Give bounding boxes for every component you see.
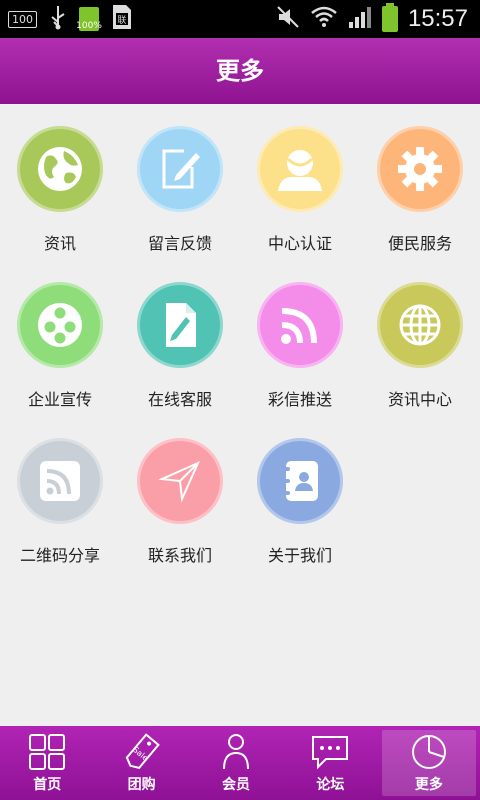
tab-label: 论坛 [316,777,345,793]
tab-label: 团购 [127,777,156,793]
document-edit-icon [137,282,223,368]
tab-forum[interactable]: 论坛 [283,726,377,800]
menu-item-services[interactable]: 便民服务 [360,104,480,260]
edit-note-icon [137,126,223,212]
bottom-tab-bar: 首页 Sale 团购 会员 论坛 更多 [0,726,480,800]
menu-item-label: 资讯 [43,234,76,253]
menu-item-customer-service[interactable]: 在线客服 [120,260,240,416]
pie-chart-icon [409,734,449,770]
menu-item-label: 便民服务 [387,234,452,253]
menu-item-about[interactable]: 关于我们 [240,416,360,572]
menu-item-label: 彩信推送 [267,390,332,409]
gear-icon [377,126,463,212]
chat-bubble-icon [310,734,350,770]
menu-item-label: 中心认证 [267,234,332,253]
send-arrow-icon [137,438,223,524]
mute-icon [276,5,300,33]
battery-full-icon: 100% [76,7,102,31]
status-bar: 100 100% 联 15:57 [0,0,480,38]
film-reel-icon [17,282,103,368]
menu-item-news-center[interactable]: 资讯中心 [360,260,480,416]
wifi-icon [310,5,338,33]
globe-icon [17,126,103,212]
battery-small-label: 100% [76,21,102,31]
tab-group-buy[interactable]: Sale 团购 [94,726,188,800]
notification-box-icon: 100 [8,10,37,28]
member-icon [216,734,256,770]
tab-member[interactable]: 会员 [189,726,283,800]
menu-item-label: 联系我们 [147,546,212,565]
menu-item-label: 留言反馈 [147,234,212,253]
page-title: 更多 [216,57,264,85]
menu-item-mms-push[interactable]: 彩信推送 [240,260,360,416]
rss-box-icon [17,438,103,524]
tab-home[interactable]: 首页 [0,726,94,800]
usb-icon [49,4,67,34]
contacts-book-icon [257,438,343,524]
title-bar: 更多 [0,38,480,104]
menu-item-certification[interactable]: 中心认证 [240,104,360,260]
rss-icon [257,282,343,368]
tab-more[interactable]: 更多 [381,730,477,796]
battery-icon [381,3,398,32]
sale-tag-text: Sale [131,745,150,763]
tab-label: 会员 [222,777,251,793]
user-icon [257,126,343,212]
menu-item-qr-share[interactable]: 二维码分享 [0,416,120,572]
status-right-icons: 15:57 [276,2,468,36]
menu-item-promotion[interactable]: 企业宣传 [0,260,120,416]
menu-item-label: 企业宣传 [27,390,92,409]
menu-item-label: 资讯中心 [387,390,452,409]
signal-icon [348,5,372,33]
menu-item-contact[interactable]: 联系我们 [120,416,240,572]
tab-label: 首页 [33,777,62,793]
menu-item-label: 在线客服 [147,390,212,409]
world-grid-icon [377,282,463,368]
status-time: 15:57 [407,5,468,32]
tab-label: 更多 [414,777,443,793]
sale-tag-icon: Sale [122,733,162,770]
status-left-icons: 100 100% 联 [8,4,133,34]
menu-item-feedback[interactable]: 留言反馈 [120,104,240,260]
menu-item-news[interactable]: 资讯 [0,104,120,260]
grid-icon [27,734,67,770]
svg-text:联: 联 [117,15,126,26]
menu-item-label: 关于我们 [267,546,332,565]
sim-card-icon: 联 [111,4,133,34]
menu-item-label: 二维码分享 [19,546,100,565]
